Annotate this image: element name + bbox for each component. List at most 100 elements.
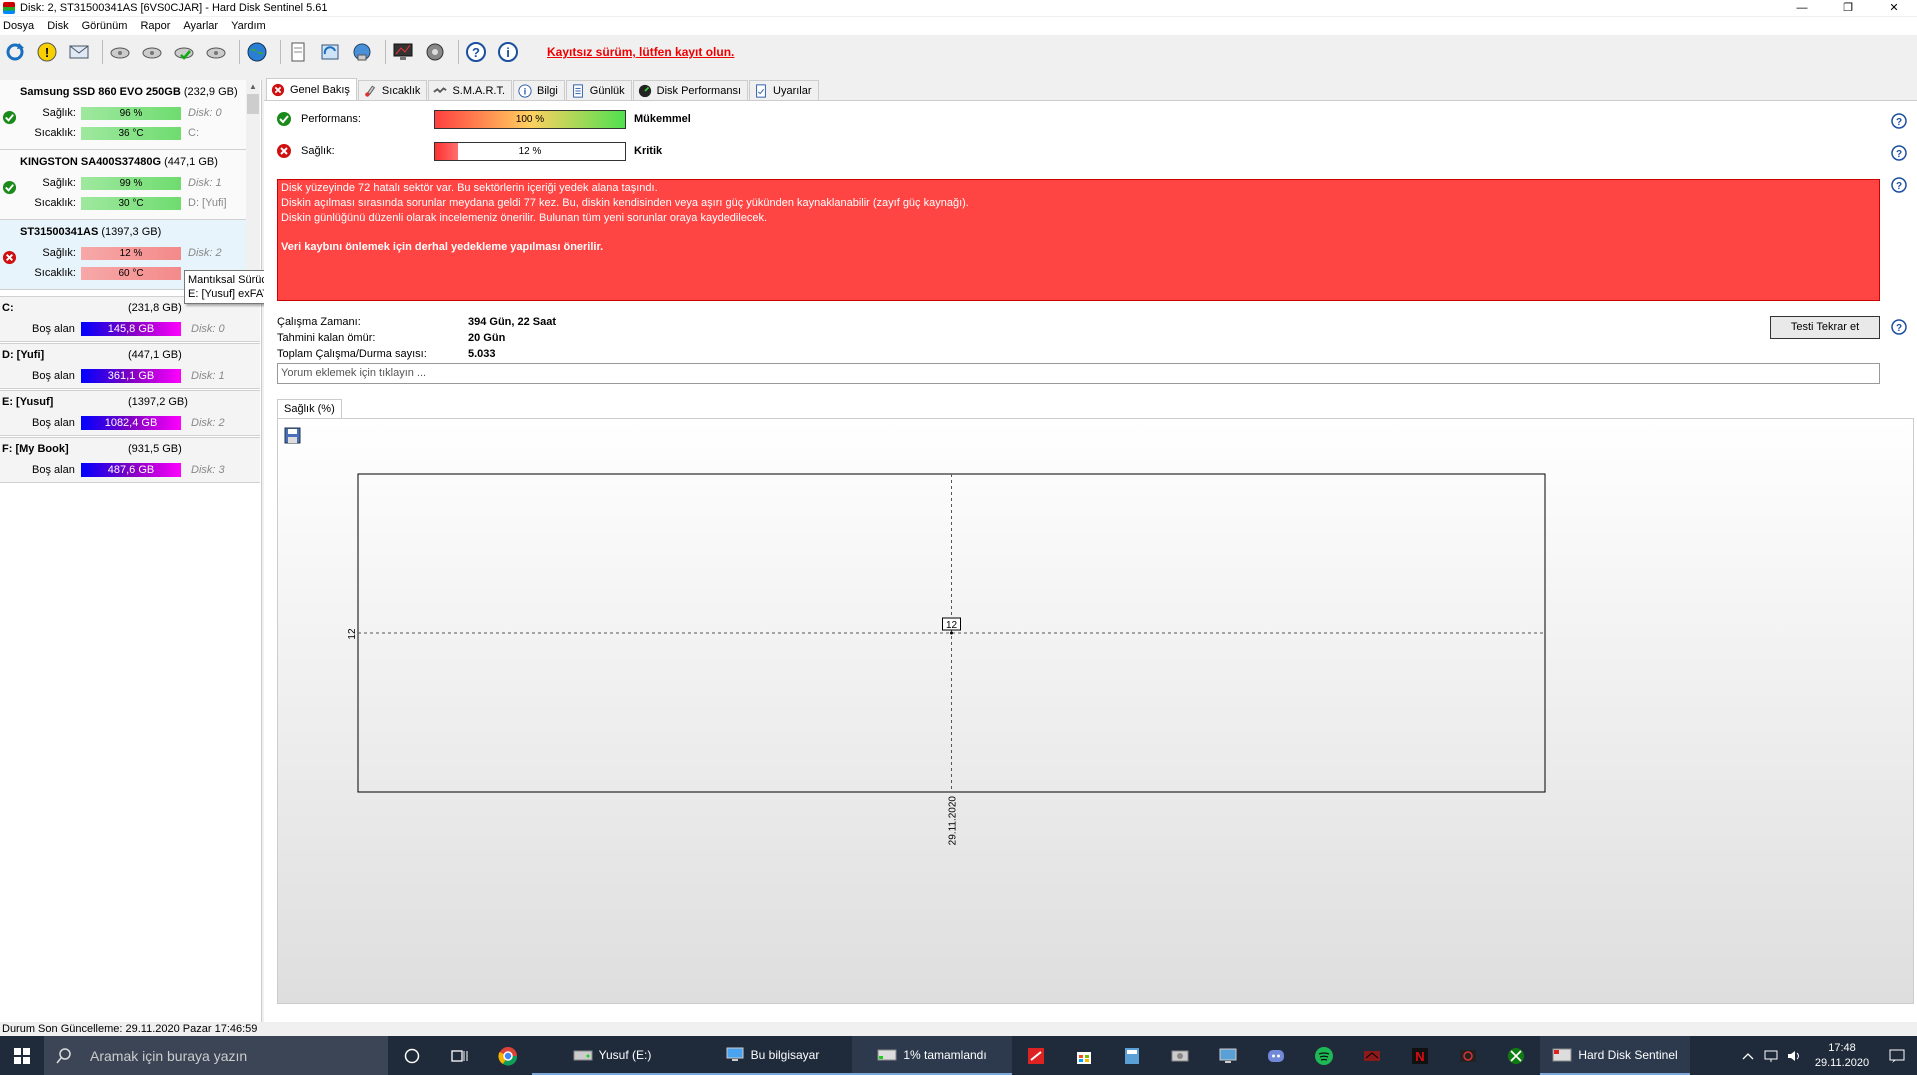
help-icon[interactable]: ?	[1891, 113, 1907, 129]
help-icon[interactable]: ?	[1891, 177, 1907, 193]
disk-card-1[interactable]: KINGSTON SA400S37480G (447,1 GB) Sağlık:…	[0, 150, 248, 220]
toolbar: ! ? i Kayıtsız sürüm, lütfen kayıt olun.	[0, 36, 1917, 68]
tab-log[interactable]: Günlük	[565, 80, 632, 100]
tab-smart[interactable]: S.M.A.R.T.	[428, 80, 512, 100]
disk-check-button[interactable]	[171, 39, 197, 65]
hard-disk-sentinel-icon	[1552, 1048, 1572, 1061]
close-button[interactable]: ✕	[1871, 0, 1917, 16]
info-button[interactable]: i	[495, 39, 521, 65]
monitor-button[interactable]	[390, 39, 416, 65]
maximize-button[interactable]: ❐	[1825, 0, 1871, 16]
disk-list-scrollbar[interactable]: ▲	[246, 80, 260, 282]
retest-button[interactable]: Testi Tekrar et	[1770, 316, 1880, 339]
volume-item-f[interactable]: F: [My Book] (931,5 GB) Boş alan 487,6 G…	[0, 437, 260, 483]
drive-letter: C:	[188, 127, 199, 139]
document-button[interactable]	[285, 39, 311, 65]
taskbar-clock[interactable]: 17:48 29.11.2020	[1807, 1041, 1877, 1071]
disk-list-panel: Samsung SSD 860 EVO 250GB (232,9 GB) Sağ…	[0, 80, 262, 1023]
minimize-button[interactable]: —	[1779, 0, 1825, 16]
web-button[interactable]	[244, 39, 270, 65]
app-icon	[3, 2, 15, 14]
performance-value: 100 %	[515, 114, 545, 125]
taskbar-app-copy-progress[interactable]: 1% tamamlandı	[852, 1036, 1012, 1075]
disk-size: (1397,3 GB)	[101, 226, 162, 238]
alert-button[interactable]: !	[34, 39, 60, 65]
menu-dosya[interactable]: Dosya	[0, 20, 44, 32]
volume-item-e[interactable]: E: [Yusuf] (1397,2 GB) Boş alan 1082,4 G…	[0, 390, 260, 436]
taskbar-app-disk-tool[interactable]	[1156, 1036, 1204, 1075]
volume-item-d[interactable]: D: [Yufi] (447,1 GB) Boş alan 361,1 GB D…	[0, 343, 260, 389]
tab-health-chart[interactable]: Sağlık (%)	[277, 399, 342, 419]
scrollbar-thumb[interactable]	[247, 94, 259, 114]
taskbar-app-game[interactable]	[1348, 1036, 1396, 1075]
monitor-icon	[1219, 1048, 1237, 1063]
svg-text:?: ?	[1896, 149, 1902, 160]
alert-recommendation: Veri kaybını önlemek için derhal yedekle…	[281, 241, 604, 253]
health-label: Sağlık:	[42, 107, 76, 119]
menu-gorunum[interactable]: Görünüm	[79, 20, 138, 32]
tab-temperature[interactable]: Sıcaklık	[357, 80, 428, 100]
scroll-up-arrow-icon[interactable]: ▲	[246, 80, 260, 94]
comment-input[interactable]: Yorum eklemek için tıklayın ...	[277, 363, 1880, 384]
taskbar-app-spotify[interactable]	[1300, 1036, 1348, 1075]
tab-disk-performance[interactable]: Disk Performansı	[632, 80, 749, 100]
network-button[interactable]	[349, 39, 375, 65]
health-value: 12 %	[518, 146, 542, 157]
drive-letter: D: [Yufi]	[188, 197, 227, 209]
disk-size: (232,9 GB)	[183, 86, 238, 98]
taskbar-app-calculator[interactable]	[1108, 1036, 1156, 1075]
sync-icon	[321, 44, 339, 60]
disk-index: Disk: 2	[188, 247, 222, 259]
cortana-icon	[404, 1048, 420, 1063]
taskbar-app-amd[interactable]	[1444, 1036, 1492, 1075]
chrome-taskbar-button[interactable]	[484, 1036, 532, 1075]
ok-status-icon	[277, 112, 291, 126]
unregistered-link[interactable]: Kayıtsız sürüm, lütfen kayıt olun.	[547, 45, 734, 59]
taskbar-app-hard-disk-sentinel[interactable]: Hard Disk Sentinel	[1540, 1036, 1690, 1075]
help-icon: ?	[466, 42, 486, 62]
help-icon[interactable]: ?	[1891, 145, 1907, 161]
taskbar-app-netflix[interactable]: N	[1396, 1036, 1444, 1075]
taskbar-app-discord[interactable]	[1252, 1036, 1300, 1075]
task-view-button[interactable]	[436, 1036, 484, 1075]
volume-icon	[1788, 1050, 1799, 1061]
smart-icon	[433, 86, 448, 93]
report-button[interactable]	[66, 39, 92, 65]
temperature-label: Sıcaklık:	[34, 127, 76, 139]
cortana-button[interactable]	[388, 1036, 436, 1075]
temperature-bar: 30 °C	[81, 197, 181, 210]
taskbar-search[interactable]: Aramak için buraya yazın	[44, 1036, 388, 1075]
tray-volume[interactable]	[1783, 1036, 1807, 1075]
free-space-bar: 361,1 GB	[81, 369, 181, 383]
health-label: Sağlık:	[301, 145, 335, 157]
tab-info[interactable]: i Bilgi	[513, 80, 565, 100]
disk-tool-1-button[interactable]	[107, 39, 133, 65]
tab-overview[interactable]: Genel Bakış	[266, 78, 357, 100]
refresh-button[interactable]	[2, 39, 28, 65]
menu-disk[interactable]: Disk	[44, 20, 78, 32]
help-button[interactable]: ?	[463, 39, 489, 65]
disk-tool-4-button[interactable]	[203, 39, 229, 65]
taskbar-app-monitor[interactable]	[1204, 1036, 1252, 1075]
tab-alerts[interactable]: Uyarılar	[749, 80, 819, 100]
taskbar-app-store[interactable]	[1060, 1036, 1108, 1075]
taskbar-app-red[interactable]	[1012, 1036, 1060, 1075]
notification-button[interactable]	[1877, 1036, 1917, 1075]
menu-ayarlar[interactable]: Ayarlar	[180, 20, 228, 32]
start-button[interactable]	[0, 1036, 44, 1075]
settings-button[interactable]	[422, 39, 448, 65]
tab-label: Genel Bakış	[290, 83, 350, 96]
tray-expand-button[interactable]	[1737, 1036, 1759, 1075]
disk-tool-2-button[interactable]	[139, 39, 165, 65]
help-icon[interactable]: ?	[1891, 319, 1907, 335]
menu-yardim[interactable]: Yardım	[228, 20, 276, 32]
menu-rapor[interactable]: Rapor	[137, 20, 180, 32]
disk-card-0[interactable]: Samsung SSD 860 EVO 250GB (232,9 GB) Sağ…	[0, 80, 248, 150]
tray-network[interactable]	[1759, 1036, 1783, 1075]
taskbar-app-xbox[interactable]	[1492, 1036, 1540, 1075]
volume-size: (931,5 GB)	[128, 443, 182, 455]
taskbar-app-this-pc[interactable]: Bu bilgisayar	[692, 1036, 852, 1075]
taskbar-app-explorer-e[interactable]: Yusuf (E:)	[532, 1036, 692, 1075]
sync-button[interactable]	[317, 39, 343, 65]
alert-doc-icon	[756, 83, 766, 98]
